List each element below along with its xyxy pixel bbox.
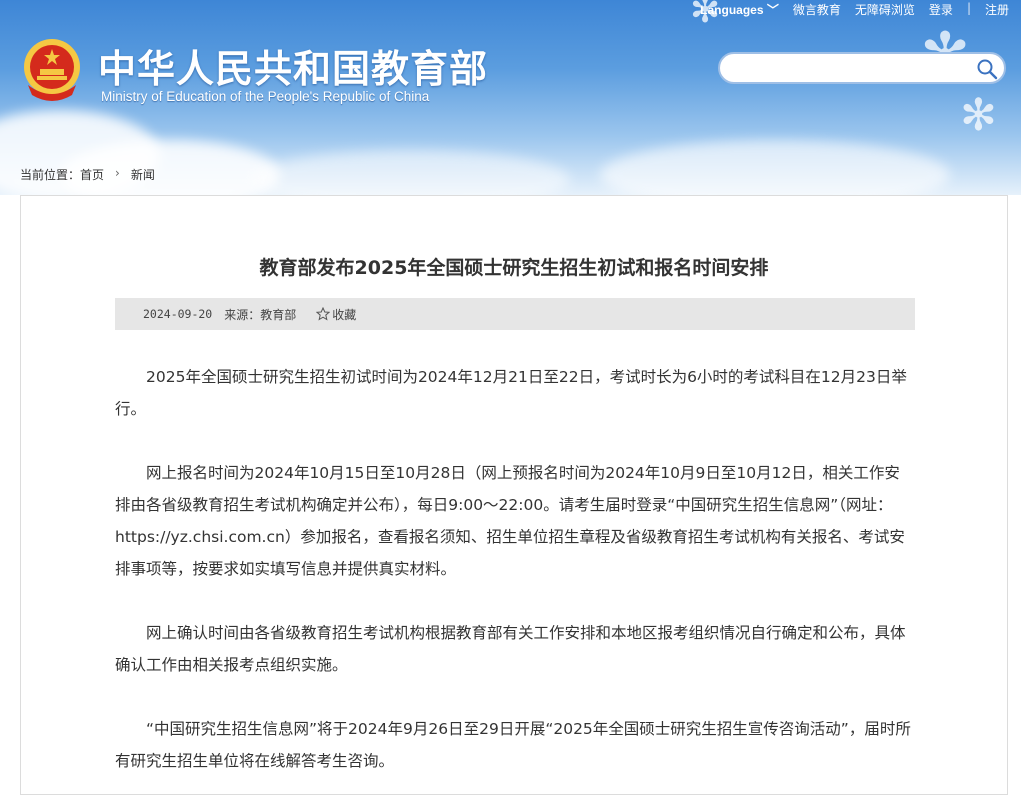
article-body: 2025年全国硕士研究生招生初试时间为2024年12月21日至22日，考试时长为… [115,361,915,809]
chevron-down-icon: ﹀ [766,3,779,17]
article-paragraph: 网上报名时间为2024年10月15日至10月28日（网上预报名时间为2024年1… [115,464,905,578]
top-nav: Languages ﹀ 微言教育 无障碍浏览 登录 | 注册 [700,1,1009,19]
site-header: ✻ ✻ ✻ Languages ﹀ 微言教育 无障碍浏览 登录 | 注册 中华人… [0,0,1021,195]
breadcrumb: 当前位置： 首页 › 新闻 [20,166,155,183]
national-emblem-icon[interactable] [20,37,84,103]
publish-date: 2024-09-20 [143,307,213,321]
nav-separator: | [966,1,971,15]
breadcrumb-prefix: 当前位置： [20,168,81,182]
weibo-link[interactable]: 微言教育 [793,1,841,19]
favorite-label: 收藏 [332,307,357,322]
register-link[interactable]: 注册 [985,1,1009,19]
article-paragraph: 2025年全国硕士研究生招生初试时间为2024年12月21日至22日，考试时长为… [115,368,907,418]
languages-menu[interactable]: Languages ﹀ [700,1,779,19]
cloud-decoration [600,140,950,195]
star-icon [316,307,331,321]
accessible-link[interactable]: 无障碍浏览 [855,1,915,19]
dandelion-decoration: ✻ [960,90,997,141]
favorite-button[interactable]: 收藏 [316,306,356,323]
article-meta-bar: 2024-09-20 来源：教育部 收藏 [115,298,915,330]
article-paragraph: 网上确认时间由各省级教育招生考试机构根据教育部有关工作安排和本地区报考组织情况自… [115,624,906,674]
breadcrumb-current: 新闻 [130,168,155,182]
site-title[interactable]: 中华人民共和国教育部 [98,38,488,93]
cloud-decoration [250,150,570,195]
article-paragraph: “中国研究生招生信息网”将于2024年9月26日至29日开展“2025年全国硕士… [115,720,911,770]
login-link[interactable]: 登录 [929,1,953,19]
search-input[interactable] [734,54,978,84]
languages-label: Languages [700,3,764,17]
search-box [718,52,1006,84]
breadcrumb-home-link[interactable]: 首页 [80,166,104,183]
article-source: 来源：教育部 [224,307,297,322]
article-title: 教育部发布2025年全国硕士研究生招生初试和报名时间安排 [259,257,769,279]
site-subtitle: Ministry of Education of the People's Re… [101,89,430,104]
chevron-right-icon: › [115,166,120,180]
article-container: 教育部发布2025年全国硕士研究生招生初试和报名时间安排 2024-09-20 … [20,195,1008,795]
search-icon[interactable] [976,58,998,80]
